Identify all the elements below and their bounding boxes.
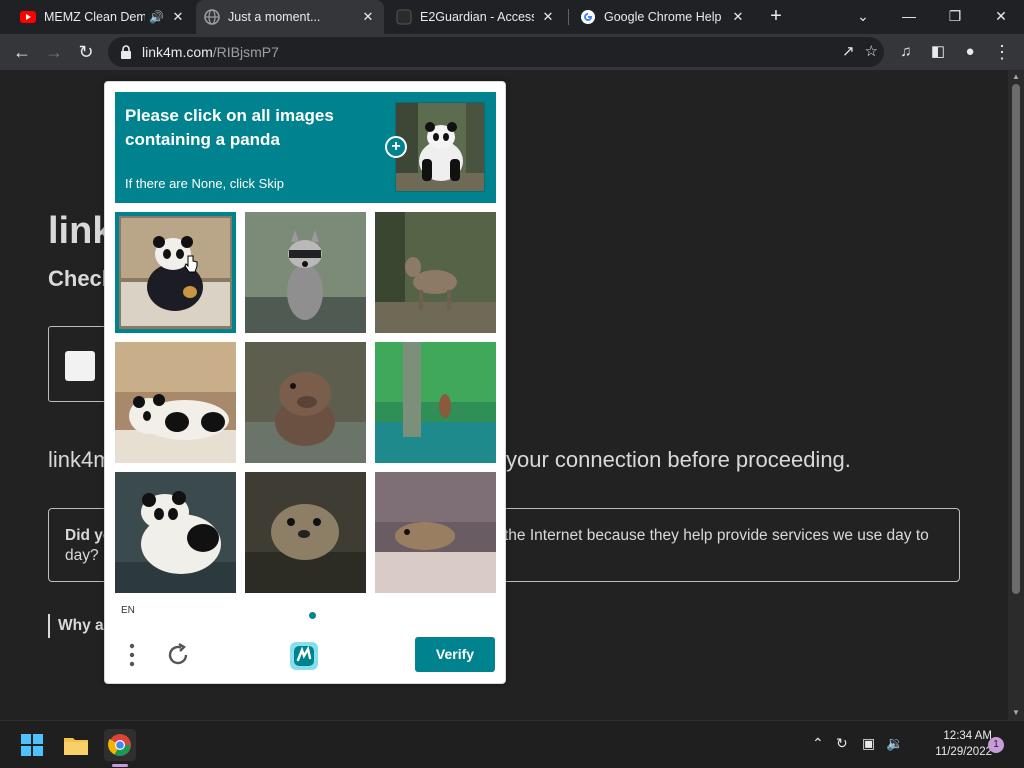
chrome-taskbar-icon[interactable] xyxy=(104,729,136,761)
tab-title: MEMZ Clean Demo xyxy=(44,10,146,24)
url-path: /RIBjsmP7 xyxy=(212,44,279,60)
tab-memz[interactable]: MEMZ Clean Demo 🔊 ✕ xyxy=(12,0,194,34)
address-bar[interactable]: link4m.com /RIBjsmP7 ↗ ☆ xyxy=(108,37,884,67)
back-icon[interactable]: ← xyxy=(8,38,36,66)
tab-title: Just a moment... xyxy=(228,10,321,24)
prompt-hint: If there are None, click Skip xyxy=(125,176,284,191)
scroll-up-icon[interactable]: ▲ xyxy=(1008,70,1024,84)
active-app-indicator xyxy=(112,764,128,767)
globe-icon xyxy=(204,9,220,25)
zoom-example-icon[interactable]: + xyxy=(385,136,407,158)
tile-7-panda[interactable] xyxy=(115,472,236,593)
taskbar: ⌃ ↻ ▣ 🔉 12:34 AM 11/29/2022 1 xyxy=(0,720,1024,768)
minimize-icon[interactable]: — xyxy=(886,0,932,34)
language-selector[interactable]: EN xyxy=(121,605,135,616)
close-tab-icon[interactable]: ✕ xyxy=(170,9,186,25)
forward-icon[interactable]: → xyxy=(40,38,68,66)
tile-9-otter[interactable] xyxy=(375,472,496,593)
checkbox[interactable] xyxy=(65,351,95,381)
info-text: the Internet because they help provide s… xyxy=(504,527,929,544)
close-tab-icon[interactable]: ✕ xyxy=(360,9,376,25)
system-clock[interactable]: 12:34 AM 11/29/2022 xyxy=(912,728,992,760)
tile-8-otter[interactable] xyxy=(245,472,366,593)
url-domain: link4m.com xyxy=(142,44,213,60)
tab-strip: MEMZ Clean Demo 🔊 ✕ Just a moment... ✕ E… xyxy=(0,0,1024,34)
tile-5-capybara[interactable] xyxy=(245,342,366,463)
new-tab-icon[interactable]: + xyxy=(764,5,788,29)
windows-start-icon[interactable] xyxy=(16,729,48,761)
tile-1-panda[interactable] xyxy=(115,212,236,333)
reload-icon[interactable]: ↻ xyxy=(72,38,100,66)
status-text-left: link4m xyxy=(48,447,112,472)
screen: MEMZ Clean Demo 🔊 ✕ Just a moment... ✕ E… xyxy=(0,0,1024,768)
tile-2-raccoon[interactable] xyxy=(245,212,366,333)
prompt-text: Please click on all images containing a … xyxy=(125,106,334,149)
side-panel-icon[interactable]: ◧ xyxy=(924,38,952,66)
network-icon[interactable]: ▣ xyxy=(862,735,875,752)
captcha-prompt: Please click on all images containing a … xyxy=(115,92,496,203)
status-text-right: your connection before proceeding. xyxy=(506,447,851,472)
hcaptcha-logo-icon xyxy=(286,638,322,674)
file-explorer-icon[interactable] xyxy=(60,729,92,761)
lock-icon[interactable] xyxy=(118,44,134,60)
profile-icon[interactable]: ● xyxy=(956,38,984,66)
tray-overflow-icon[interactable]: ⌃ xyxy=(812,735,824,752)
clock-date: 11/29/2022 xyxy=(935,746,992,758)
scroll-thumb[interactable] xyxy=(1012,84,1020,594)
example-image xyxy=(395,102,485,192)
close-tab-icon[interactable]: ✕ xyxy=(540,9,556,25)
media-control-icon[interactable]: ♫ xyxy=(892,38,920,66)
tile-3-deer[interactable] xyxy=(375,212,496,333)
menu-kebab-icon[interactable] xyxy=(121,640,143,670)
sync-icon[interactable]: ↻ xyxy=(836,735,848,752)
volume-icon[interactable]: 🔉 xyxy=(886,735,903,752)
verify-button[interactable]: Verify xyxy=(415,637,495,672)
tab-e2guardian[interactable]: E2Guardian - Access De ✕ xyxy=(388,0,564,34)
info-text-line2: day? xyxy=(65,547,99,564)
youtube-icon xyxy=(20,9,36,25)
maximize-icon[interactable]: ❐ xyxy=(932,0,978,34)
scrollbar[interactable]: ▲ ▼ xyxy=(1008,70,1024,720)
tile-4-panda[interactable] xyxy=(115,342,236,463)
google-icon xyxy=(580,9,596,25)
tab-just-a-moment[interactable]: Just a moment... ✕ xyxy=(196,0,384,34)
tab-search-icon[interactable]: ⌄ xyxy=(840,0,886,34)
tab-title: E2Guardian - Access De xyxy=(420,10,534,24)
share-icon[interactable]: ↗ xyxy=(842,42,855,60)
speaker-icon[interactable]: 🔊 xyxy=(149,10,164,24)
captcha-challenge: Please click on all images containing a … xyxy=(104,81,506,684)
close-window-icon[interactable]: ✕ xyxy=(978,0,1024,34)
tile-6-otter[interactable] xyxy=(375,342,496,463)
tab-title: Google Chrome Help xyxy=(604,10,722,24)
omnibox-actions: ↗ ☆ xyxy=(842,42,878,60)
why-heading: Why a xyxy=(48,614,104,638)
mouse-pointer-icon xyxy=(184,255,198,275)
scroll-down-icon[interactable]: ▼ xyxy=(1008,706,1024,720)
e2guardian-icon xyxy=(396,9,412,25)
menu-kebab-icon[interactable]: ⋮ xyxy=(988,38,1016,66)
clock-time: 12:34 AM xyxy=(943,730,992,742)
tab-chrome-help[interactable]: Google Chrome Help ✕ xyxy=(572,0,754,34)
page-indicator-dot xyxy=(309,612,316,619)
notification-badge[interactable]: 1 xyxy=(988,737,1004,753)
bookmark-star-icon[interactable]: ☆ xyxy=(865,42,878,60)
image-grid xyxy=(115,212,496,593)
close-tab-icon[interactable]: ✕ xyxy=(730,9,746,25)
browser-toolbar: ← → ↻ link4m.com /RIBjsmP7 ↗ ☆ ♫ ◧ ● ⋮ xyxy=(0,34,1024,70)
tab-separator xyxy=(568,9,569,25)
refresh-icon[interactable] xyxy=(163,640,193,670)
